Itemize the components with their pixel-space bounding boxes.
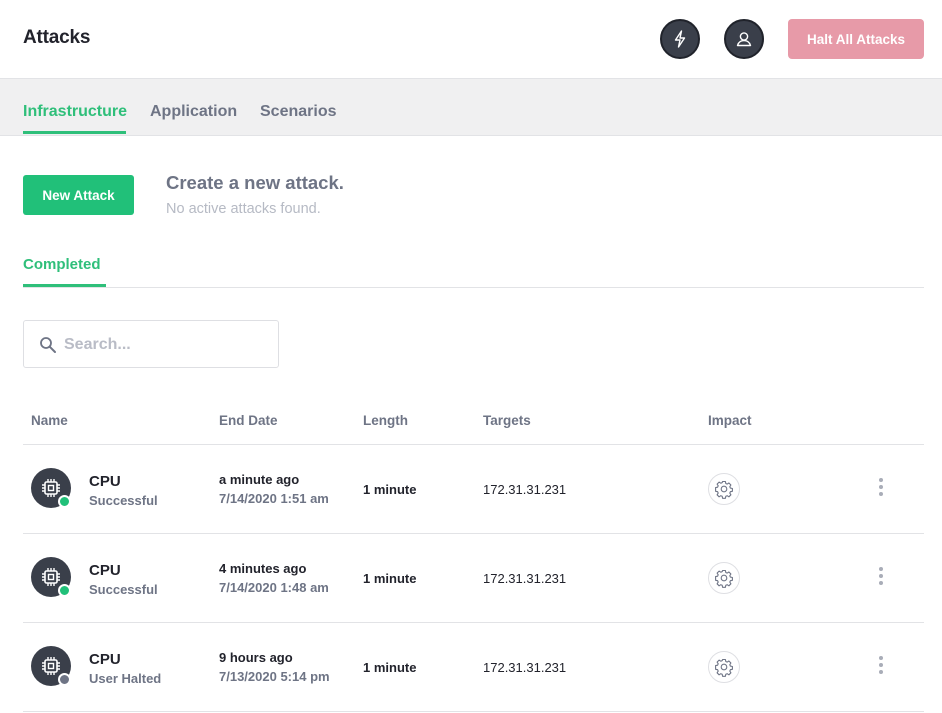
attack-status: User Halted bbox=[89, 671, 162, 686]
impact-button[interactable] bbox=[708, 562, 740, 594]
search-box[interactable] bbox=[23, 320, 279, 368]
create-attack-title: Create a new attack. bbox=[166, 172, 344, 193]
new-attack-button[interactable]: New Attack bbox=[23, 175, 134, 215]
user-profile-button[interactable] bbox=[724, 19, 764, 59]
relative-time: 9 hours ago bbox=[219, 650, 293, 665]
user-icon bbox=[736, 32, 752, 47]
end-date: 7/14/2020 1:51 am bbox=[219, 491, 329, 506]
gear-icon bbox=[715, 480, 733, 499]
attack-name: CPU bbox=[89, 562, 121, 579]
end-date: 7/14/2020 1:48 am bbox=[219, 580, 329, 595]
status-indicator bbox=[58, 584, 71, 597]
attack-length: 1 minute bbox=[363, 571, 417, 586]
app-header: Attacks Halt All Attacks bbox=[0, 0, 942, 79]
attack-target: 172.31.31.231 bbox=[483, 571, 567, 586]
tab-scenarios[interactable]: Scenarios bbox=[260, 103, 336, 121]
halt-all-lightning-button[interactable] bbox=[660, 19, 700, 59]
attack-name: CPU bbox=[89, 473, 121, 490]
halt-all-attacks-button[interactable]: Halt All Attacks bbox=[788, 19, 924, 59]
attack-status: Successful bbox=[89, 493, 158, 508]
attack-target: 172.31.31.231 bbox=[483, 660, 567, 675]
attack-name: CPU bbox=[89, 651, 121, 668]
end-date: 7/13/2020 5:14 pm bbox=[219, 669, 330, 684]
column-header-length: Length bbox=[363, 413, 408, 428]
attack-length: 1 minute bbox=[363, 660, 417, 675]
column-header-name: Name bbox=[31, 413, 68, 428]
search-input[interactable] bbox=[64, 333, 264, 357]
table-row[interactable]: CPU User Halted 9 hours ago 7/13/2020 5:… bbox=[23, 623, 924, 712]
active-tab-indicator bbox=[23, 131, 126, 134]
table-row[interactable]: CPU Successful a minute ago 7/14/2020 1:… bbox=[23, 445, 924, 534]
column-header-targets: Targets bbox=[483, 413, 531, 428]
tab-completed[interactable]: Completed bbox=[23, 256, 101, 273]
table-row[interactable]: CPU Successful 4 minutes ago 7/14/2020 1… bbox=[23, 534, 924, 623]
attack-status: Successful bbox=[89, 582, 158, 597]
page-title: Attacks bbox=[23, 27, 91, 48]
tab-bar: Infrastructure Application Scenarios bbox=[0, 79, 942, 136]
lightning-bolt-icon bbox=[674, 30, 686, 48]
tab-infrastructure[interactable]: Infrastructure bbox=[23, 103, 127, 121]
relative-time: a minute ago bbox=[219, 472, 300, 487]
status-indicator bbox=[58, 495, 71, 508]
kebab-menu-icon[interactable] bbox=[875, 565, 887, 589]
no-active-attacks-text: No active attacks found. bbox=[166, 201, 321, 217]
column-header-impact: Impact bbox=[708, 413, 752, 428]
kebab-menu-icon[interactable] bbox=[875, 476, 887, 500]
divider bbox=[23, 287, 924, 288]
search-icon bbox=[40, 337, 56, 353]
impact-button[interactable] bbox=[708, 651, 740, 683]
tab-application[interactable]: Application bbox=[150, 103, 237, 121]
kebab-menu-icon[interactable] bbox=[875, 654, 887, 678]
gear-icon bbox=[715, 569, 733, 588]
attack-length: 1 minute bbox=[363, 482, 417, 497]
attack-target: 172.31.31.231 bbox=[483, 482, 567, 497]
column-header-end-date: End Date bbox=[219, 413, 278, 428]
status-indicator bbox=[58, 673, 71, 686]
relative-time: 4 minutes ago bbox=[219, 561, 307, 576]
impact-button[interactable] bbox=[708, 473, 740, 505]
gear-icon bbox=[715, 658, 733, 677]
